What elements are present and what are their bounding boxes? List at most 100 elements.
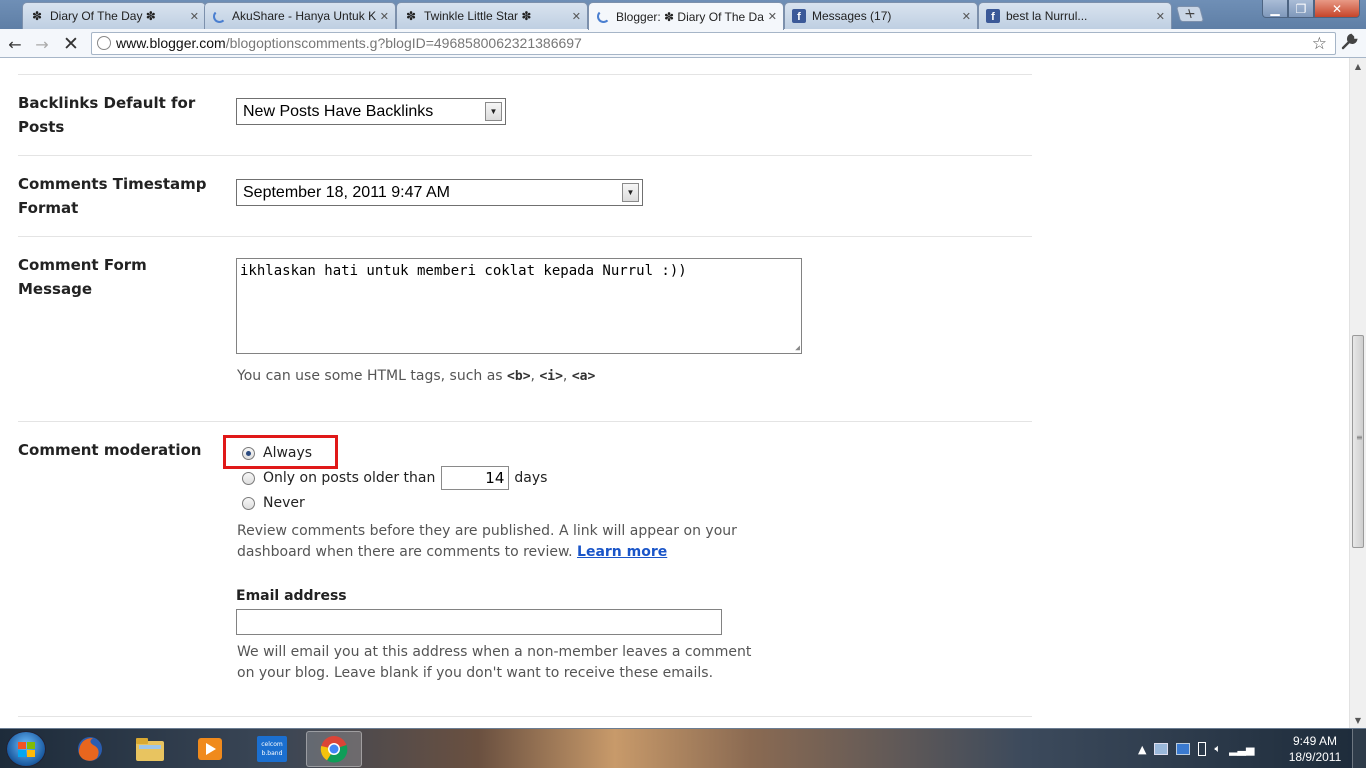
tab-title: AkuShare - Hanya Untuk Ka (232, 9, 376, 23)
help-line: dashboard when there are comments to rev… (237, 544, 573, 560)
timestamp-format-select[interactable]: September 18, 2011 9:47 AM ▼ (236, 179, 643, 206)
radio-button[interactable] (242, 471, 255, 485)
days-suffix: days (514, 470, 548, 486)
moderation-never-option[interactable]: Never (242, 492, 305, 514)
tab-title: Diary Of The Day ✽ (50, 9, 156, 23)
tab-title: Messages (17) (812, 9, 892, 23)
vertical-scrollbar[interactable]: ▲ ≡ ▼ (1349, 58, 1366, 728)
minimize-button[interactable]: ▁ (1262, 0, 1288, 18)
separator: , (562, 368, 572, 384)
help-line: We will email you at this address when a… (237, 644, 752, 660)
tab-twinkle-little-star[interactable]: ✽ Twinkle Little Star ✽ ✕ (396, 2, 588, 29)
celcom-label: celcom (261, 741, 283, 748)
folder-icon (136, 738, 164, 761)
celcom-icon: celcom b.band (257, 736, 287, 762)
timestamp-format-label: Comments Timestamp Format (18, 175, 207, 217)
windows-taskbar: celcom b.band ▲ 🔈︎ ▂▃▅ 9:49 AM 18/9/2011 (0, 728, 1366, 769)
tab-blogger-active[interactable]: Blogger: ✽ Diary Of The Da ✕ (588, 2, 784, 30)
windows-logo-icon (18, 742, 35, 757)
comment-form-message-textarea[interactable]: ikhlaskan hati untuk memberi coklat kepa… (236, 258, 802, 354)
forward-arrow-icon[interactable]: → (31, 33, 53, 55)
browser-toolbar: ← → ✕ www.blogger.com/blogoptionscomment… (0, 29, 1366, 58)
option-label: Only on posts older than (263, 470, 436, 486)
bookmark-star-icon[interactable]: ☆ (1312, 33, 1327, 54)
clock-date: 18/9/2011 (1288, 750, 1342, 764)
firefox-app[interactable] (62, 731, 118, 767)
back-arrow-icon[interactable]: ← (4, 33, 26, 55)
learn-more-link[interactable]: Learn more (577, 544, 667, 560)
tab-close-icon[interactable]: ✕ (1156, 10, 1165, 23)
chrome-icon (320, 736, 348, 763)
media-player-icon (198, 738, 222, 760)
tab-diary-of-the-day[interactable]: ✽ Diary Of The Day ✽ ✕ (22, 2, 206, 29)
facebook-icon: f (985, 8, 1001, 24)
tab-close-icon[interactable]: ✕ (572, 10, 581, 23)
facebook-icon: f (791, 8, 807, 24)
tab-facebook-best-la-nurrul[interactable]: f best la Nurrul... ✕ (978, 2, 1172, 29)
email-field[interactable] (236, 609, 722, 635)
radio-button[interactable] (242, 496, 255, 510)
tab-strip: ✽ Diary Of The Day ✽ ✕ AkuShare - Hanya … (0, 0, 1366, 30)
comment-form-message-value: ikhlaskan hati untuk memberi coklat kepa… (240, 263, 687, 279)
divider (18, 716, 1032, 717)
chrome-app[interactable] (306, 731, 362, 767)
tab-title: Blogger: ✽ Diary Of The Da (616, 9, 764, 24)
scroll-up-arrow-icon[interactable]: ▲ (1350, 58, 1366, 74)
system-tray: ▲ 🔈︎ ▂▃▅ (1138, 729, 1254, 769)
show-desktop-button[interactable] (1352, 729, 1366, 769)
moderation-older-posts-option[interactable]: Only on posts older than 14 days (242, 466, 548, 490)
close-window-button[interactable]: ✕ (1314, 0, 1360, 18)
action-center-icon[interactable] (1176, 743, 1191, 755)
celcom-label: b.band (261, 750, 283, 757)
clock-time: 9:49 AM (1292, 734, 1338, 748)
stop-loading-icon[interactable]: ✕ (60, 33, 82, 55)
help-line: Review comments before they are publishe… (237, 523, 737, 539)
address-bar[interactable]: www.blogger.com/blogoptionscomments.g?bl… (91, 32, 1336, 55)
timestamp-selected-value: September 18, 2011 9:47 AM (243, 184, 450, 201)
scroll-down-arrow-icon[interactable]: ▼ (1350, 712, 1366, 728)
taskbar-clock[interactable]: 9:49 AM 18/9/2011 (1284, 733, 1346, 765)
backlinks-default-select[interactable]: New Posts Have Backlinks ▼ (236, 98, 506, 125)
divider (18, 236, 1032, 237)
divider (18, 74, 1032, 75)
grip-icon: ≡ (1356, 433, 1363, 442)
tab-title: Twinkle Little Star ✽ (424, 9, 532, 23)
backlinks-selected-value: New Posts Have Backlinks (243, 103, 434, 120)
help-line: on your blog. Leave blank if you don't w… (237, 665, 714, 681)
show-hidden-icons-arrow-icon[interactable]: ▲ (1138, 743, 1146, 756)
divider (18, 155, 1032, 156)
file-explorer-app[interactable] (122, 731, 178, 767)
signal-bars-icon[interactable]: ▂▃▅ (1229, 743, 1254, 756)
dropdown-arrow-icon: ▼ (485, 102, 502, 121)
tab-title: best la Nurrul... (1006, 9, 1088, 23)
battery-icon[interactable] (1198, 742, 1207, 756)
days-input[interactable]: 14 (441, 466, 510, 490)
resize-handle-icon[interactable]: ◢ (795, 343, 800, 352)
new-tab-button[interactable]: + (1175, 6, 1205, 22)
tab-close-icon[interactable]: ✕ (962, 10, 971, 23)
volume-icon[interactable]: 🔈︎ (1214, 742, 1221, 756)
highlight-box (223, 435, 338, 469)
tab-close-icon[interactable]: ✕ (190, 10, 199, 23)
media-player-app[interactable] (182, 731, 238, 767)
tab-facebook-messages[interactable]: f Messages (17) ✕ (784, 2, 978, 29)
wrench-menu-icon[interactable] (1340, 33, 1358, 55)
network-monitor-icon[interactable] (1154, 743, 1169, 755)
globe-icon (97, 36, 111, 50)
flower-icon: ✽ (405, 9, 417, 23)
tab-close-icon[interactable]: ✕ (768, 10, 777, 23)
scrollbar-thumb[interactable]: ≡ (1352, 335, 1364, 548)
html-tags-help: You can use some HTML tags, such as <b>,… (237, 366, 595, 387)
flower-icon: ✽ (31, 9, 43, 23)
email-address-label: Email address (236, 588, 347, 604)
comment-form-message-label: Comment Form Message (18, 256, 147, 298)
url-path: /blogoptionscomments.g?blogID=4968580062… (225, 35, 582, 51)
firefox-icon (78, 737, 102, 761)
start-button[interactable] (6, 731, 46, 767)
maximize-button[interactable]: ❐ (1288, 0, 1314, 18)
tab-akushare[interactable]: AkuShare - Hanya Untuk Ka ✕ (204, 2, 396, 29)
celcom-broadband-app[interactable]: celcom b.band (244, 731, 300, 767)
tab-close-icon[interactable]: ✕ (380, 10, 389, 23)
backlinks-default-label: Backlinks Default for Posts (18, 94, 196, 136)
loading-icon (595, 9, 611, 25)
